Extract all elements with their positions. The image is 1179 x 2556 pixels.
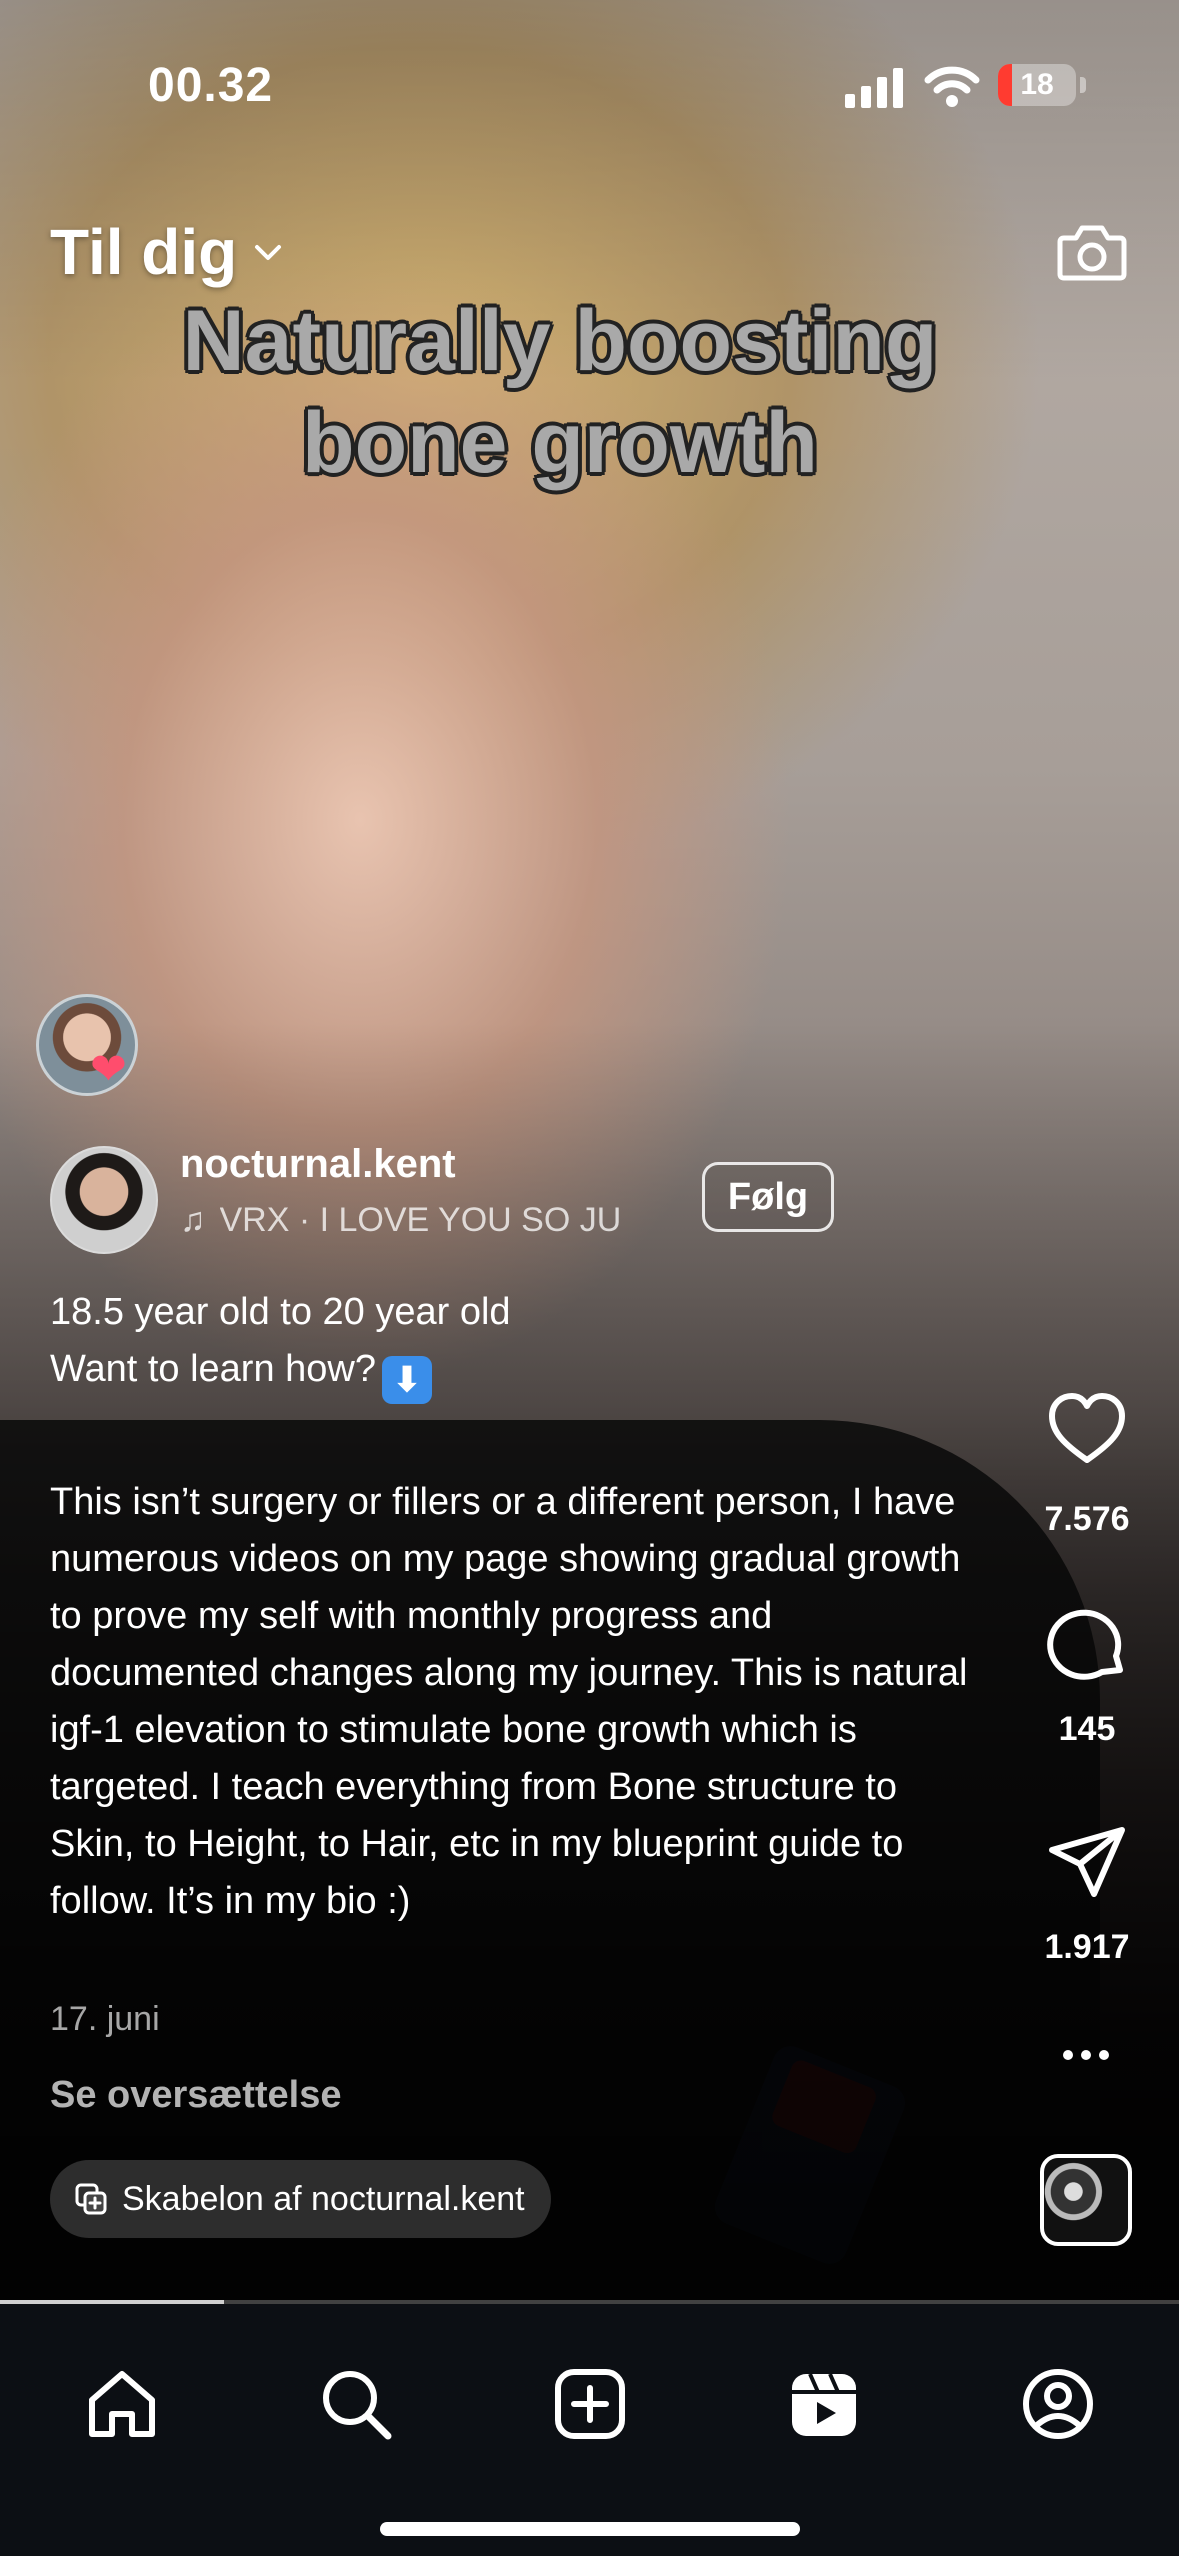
video-overlay-text: Naturally boosting bone growth [182,293,938,491]
caption-line-2: Want to learn how? ⬇ [50,1341,990,1404]
home-icon[interactable] [82,2364,162,2444]
template-button[interactable]: Skabelon af nocturnal.kent [50,2160,551,2238]
follow-button[interactable]: Følg [702,1162,834,1232]
music-note-icon: ♫ [180,1200,206,1239]
battery-cap [1080,77,1086,93]
caption-body: This isn’t surgery or fillers or a diffe… [50,1481,968,1922]
music-ticker[interactable]: ♫ VRX · I LOVE YOU SO JU [180,1198,660,1242]
bottom-nav [0,2304,1179,2556]
reels-icon[interactable] [784,2364,864,2444]
down-arrow-emoji-icon: ⬇ [382,1356,432,1404]
author-avatar[interactable] [50,1146,158,1254]
share-send-icon[interactable] [1044,1820,1130,1906]
feed-selector[interactable]: Til dig [50,215,285,289]
battery-icon: 18 [998,64,1076,106]
comment-icon[interactable] [1044,1604,1130,1690]
post-caption[interactable]: 18.5 year old to 20 year old Want to lea… [50,1284,990,1930]
create-icon[interactable] [550,2364,630,2444]
chevron-down-icon [255,245,282,260]
status-bar: 00.32 18 [0,0,1179,170]
reel-screen[interactable]: 00.32 18 Til dig Naturally boosting bone… [0,0,1179,2556]
post-date: 17. juni [50,2000,160,2038]
wifi-icon [924,66,980,107]
heart-badge-icon: ❤ [90,1045,127,1094]
audio-thumbnail[interactable] [1040,2154,1132,2246]
music-title: VRX · I LOVE YOU SO JU [219,1200,622,1239]
like-heart-icon[interactable] [1044,1386,1130,1472]
cellular-signal-icon [845,68,903,108]
share-count: 1.917 [1044,1928,1130,1966]
comment-count: 145 [1058,1710,1116,1748]
like-count: 7.576 [1044,1500,1130,1538]
camera-icon[interactable] [1054,214,1130,290]
home-indicator [380,2522,800,2536]
author-username[interactable]: nocturnal.kent [180,1142,456,1187]
search-icon[interactable] [316,2364,396,2444]
profile-icon[interactable] [1018,2364,1098,2444]
battery-level: 18 [1020,68,1054,101]
template-label: Skabelon af nocturnal.kent [122,2179,525,2218]
more-options-icon[interactable] [1060,2044,1112,2066]
caption-line-2-text: Want to learn how? [50,1348,376,1390]
see-translation-link[interactable]: Se oversættelse [50,2074,342,2117]
caption-line-1: 18.5 year old to 20 year old [50,1291,511,1333]
template-icon [75,2183,107,2215]
status-time: 00.32 [148,59,274,112]
feed-title: Til dig [50,216,238,288]
